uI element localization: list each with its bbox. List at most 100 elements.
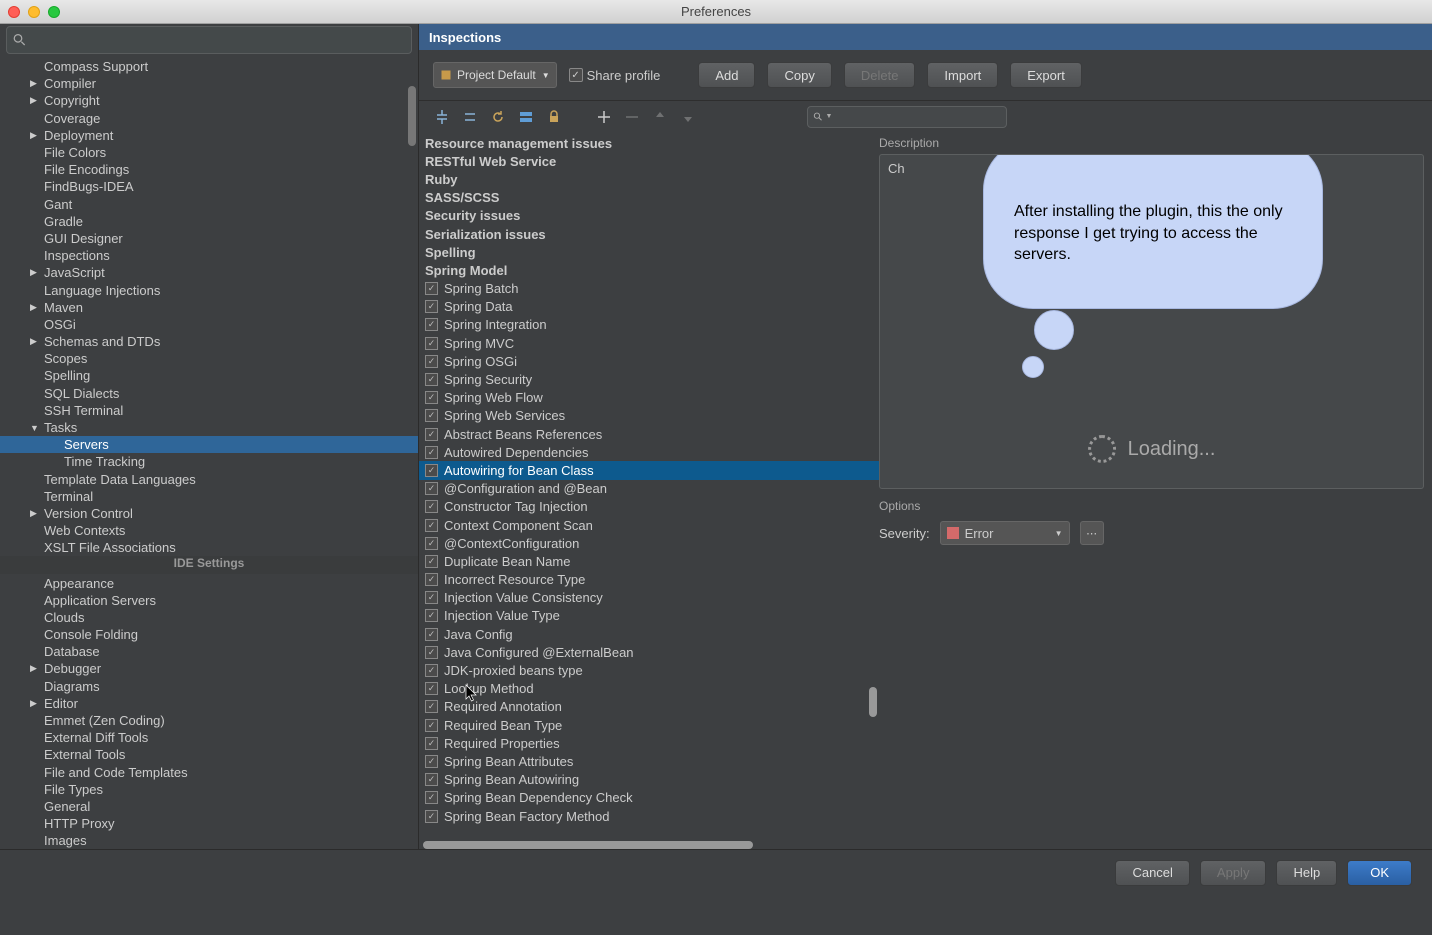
inspection-item[interactable]: ✓Spring Bean Dependency Check: [419, 789, 879, 807]
tree-item[interactable]: OSGi: [0, 316, 418, 333]
profile-combo[interactable]: Project Default ▼: [433, 62, 557, 88]
inspection-group[interactable]: Serialization issues: [419, 225, 879, 243]
filter-icon[interactable]: [517, 108, 535, 126]
inspection-item[interactable]: ✓Lookup Method: [419, 680, 879, 698]
tree-item[interactable]: Console Folding: [0, 626, 418, 643]
checkbox-icon[interactable]: ✓: [425, 537, 438, 550]
checkbox-icon[interactable]: ✓: [425, 300, 438, 313]
inspection-item[interactable]: ✓Spring Batch: [419, 280, 879, 298]
tree-item[interactable]: ▶Copyright: [0, 92, 418, 109]
tree-item[interactable]: Web Contexts: [0, 522, 418, 539]
inspection-group[interactable]: SASS/SCSS: [419, 189, 879, 207]
tree-item[interactable]: Template Data Languages: [0, 471, 418, 488]
tree-item[interactable]: Inspections: [0, 247, 418, 264]
help-button[interactable]: Help: [1276, 860, 1337, 886]
checkbox-icon[interactable]: ✓: [425, 664, 438, 677]
tree-item[interactable]: Images: [0, 832, 418, 849]
tree-item[interactable]: Clouds: [0, 609, 418, 626]
checkbox-icon[interactable]: ✓: [425, 428, 438, 441]
inspection-group[interactable]: Security issues: [419, 207, 879, 225]
ok-button[interactable]: OK: [1347, 860, 1412, 886]
tree-item[interactable]: External Tools: [0, 746, 418, 763]
inspection-group[interactable]: Resource management issues: [419, 134, 879, 152]
checkbox-icon[interactable]: ✓: [425, 755, 438, 768]
tree-item[interactable]: Diagrams: [0, 678, 418, 695]
tree-item[interactable]: File Types: [0, 781, 418, 798]
tree-item[interactable]: GUI Designer: [0, 230, 418, 247]
tree-item[interactable]: Time Tracking: [0, 453, 418, 470]
inspection-item[interactable]: ✓Injection Value Type: [419, 607, 879, 625]
inspection-item[interactable]: ✓Abstract Beans References: [419, 425, 879, 443]
inspection-item[interactable]: ✓Spring Integration: [419, 316, 879, 334]
tree-item[interactable]: ▼Tasks: [0, 419, 418, 436]
tree-item[interactable]: Coverage: [0, 110, 418, 127]
inspection-tree[interactable]: Resource management issuesRESTful Web Se…: [419, 132, 879, 849]
tree-item[interactable]: ▶Maven: [0, 299, 418, 316]
inspection-search-input[interactable]: [836, 110, 1001, 124]
checkbox-icon[interactable]: ✓: [425, 464, 438, 477]
checkbox-icon[interactable]: ✓: [425, 646, 438, 659]
add-button[interactable]: Add: [698, 62, 755, 88]
sidebar-search-input[interactable]: [31, 33, 405, 48]
checkbox-icon[interactable]: ✓: [425, 409, 438, 422]
remove-icon[interactable]: [623, 108, 641, 126]
checkbox-icon[interactable]: ✓: [425, 519, 438, 532]
inspection-group[interactable]: Spelling: [419, 243, 879, 261]
tree-item[interactable]: File and Code Templates: [0, 764, 418, 781]
inspection-item[interactable]: ✓Injection Value Consistency: [419, 589, 879, 607]
sidebar-search[interactable]: [6, 26, 412, 54]
checkbox-icon[interactable]: ✓: [425, 628, 438, 641]
inspection-item[interactable]: ✓Required Annotation: [419, 698, 879, 716]
tree-item[interactable]: ▶Deployment: [0, 127, 418, 144]
inspection-group[interactable]: RESTful Web Service: [419, 152, 879, 170]
add-icon[interactable]: [595, 108, 613, 126]
inspection-item[interactable]: ✓Incorrect Resource Type: [419, 571, 879, 589]
apply-button[interactable]: Apply: [1200, 860, 1267, 886]
cancel-button[interactable]: Cancel: [1115, 860, 1189, 886]
tree-item[interactable]: Application Servers: [0, 592, 418, 609]
inspection-item[interactable]: ✓@ContextConfiguration: [419, 534, 879, 552]
checkbox-icon[interactable]: ✓: [425, 573, 438, 586]
tree-item[interactable]: SQL Dialects: [0, 385, 418, 402]
move-up-icon[interactable]: [651, 108, 669, 126]
checkbox-icon[interactable]: ✓: [425, 318, 438, 331]
checkbox-icon[interactable]: ✓: [425, 791, 438, 804]
reset-icon[interactable]: [489, 108, 507, 126]
export-button[interactable]: Export: [1010, 62, 1082, 88]
tree-item[interactable]: Emmet (Zen Coding): [0, 712, 418, 729]
inspection-item[interactable]: ✓Spring Web Services: [419, 407, 879, 425]
tree-item[interactable]: ▶JavaScript: [0, 264, 418, 281]
severity-more-button[interactable]: ⋯: [1080, 521, 1104, 545]
inspection-item[interactable]: ✓Autowired Dependencies: [419, 443, 879, 461]
tree-item[interactable]: ▶Editor: [0, 695, 418, 712]
checkbox-icon[interactable]: ✓: [425, 373, 438, 386]
inspection-item[interactable]: ✓Required Properties: [419, 734, 879, 752]
share-profile-checkbox[interactable]: ✓ Share profile: [569, 68, 661, 83]
tree-item[interactable]: ▶Debugger: [0, 660, 418, 677]
checkbox-icon[interactable]: ✓: [425, 391, 438, 404]
horizontal-scrollbar-thumb[interactable]: [423, 841, 753, 849]
tree-item[interactable]: Appearance: [0, 574, 418, 591]
tree-item[interactable]: Gradle: [0, 213, 418, 230]
checkbox-icon[interactable]: ✓: [425, 555, 438, 568]
checkbox-icon[interactable]: ✓: [425, 737, 438, 750]
scrollbar-thumb[interactable]: [408, 86, 416, 146]
tree-item[interactable]: Compass Support: [0, 58, 418, 75]
copy-button[interactable]: Copy: [767, 62, 831, 88]
checkbox-icon[interactable]: ✓: [425, 682, 438, 695]
inspection-item[interactable]: ✓JDK-proxied beans type: [419, 661, 879, 679]
inspection-item[interactable]: ✓Spring Web Flow: [419, 389, 879, 407]
inspection-item[interactable]: ✓Autowiring for Bean Class: [419, 461, 879, 479]
scrollbar-thumb[interactable]: [869, 687, 877, 717]
severity-select[interactable]: Error ▼: [940, 521, 1070, 545]
checkbox-icon[interactable]: ✓: [425, 773, 438, 786]
tree-item[interactable]: General: [0, 798, 418, 815]
tree-item[interactable]: SSH Terminal: [0, 402, 418, 419]
tree-item[interactable]: Database: [0, 643, 418, 660]
inspection-item[interactable]: ✓Spring MVC: [419, 334, 879, 352]
tree-item[interactable]: Scopes: [0, 350, 418, 367]
tree-item[interactable]: Terminal: [0, 488, 418, 505]
tree-item[interactable]: File Encodings: [0, 161, 418, 178]
inspection-item[interactable]: ✓Spring Bean Attributes: [419, 752, 879, 770]
tree-item[interactable]: Servers: [0, 436, 418, 453]
